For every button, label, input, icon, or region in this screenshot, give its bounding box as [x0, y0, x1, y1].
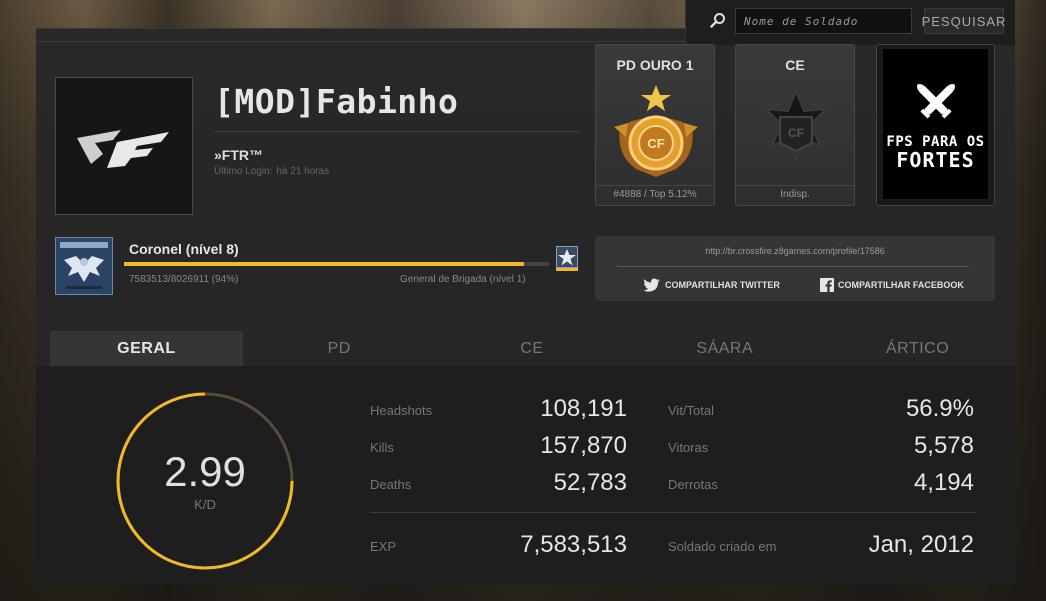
stats-tabs: GERAL PD CE SÁARA ÁRTICO: [50, 331, 1014, 366]
share-facebook-label: COMPARTILHAR FACEBOOK: [838, 280, 964, 290]
profile-url[interactable]: http://br.crossfire.z8games.com/profile/…: [595, 246, 995, 256]
rank-insignia: [55, 237, 113, 295]
deaths-label: Deaths: [370, 477, 412, 492]
exp-value: 7,583,513: [520, 531, 627, 558]
tab-pd[interactable]: PD: [243, 331, 436, 366]
created-value: Jan, 2012: [868, 531, 974, 558]
rank-card-footer: #4888 / Top 5.12%: [596, 185, 714, 203]
wins-value: 5,578: [913, 432, 974, 459]
avatar: [55, 77, 193, 215]
kills-value: 157,870: [540, 432, 627, 459]
exp-label: EXP: [370, 539, 397, 554]
last-login-label: Último Login:: [214, 166, 273, 177]
promo-line2: FORTES: [896, 148, 975, 172]
rank-level-name: Coronel (nível 8): [129, 241, 239, 257]
rank-card-title: CE: [785, 57, 805, 73]
next-rank-star-icon: [556, 246, 578, 268]
soldier-search-input[interactable]: [735, 8, 912, 34]
share-twitter-button[interactable]: COMPARTILHAR TWITTER: [643, 278, 780, 292]
twitter-icon: [643, 278, 660, 292]
player-name: [MOD]Fabinho: [214, 82, 459, 121]
kd-value: 2.99: [164, 448, 246, 495]
headshots-value: 108,191: [540, 395, 627, 422]
facebook-icon: [820, 278, 834, 292]
rank-card-ce[interactable]: CE CF Indisp.: [735, 44, 855, 206]
promo-banner[interactable]: FPS PARA OS FORTES: [876, 44, 995, 206]
win-ratio-label: Vit/Total: [668, 403, 715, 418]
tab-ce[interactable]: CE: [436, 331, 629, 366]
crossfire-logo-icon: [77, 130, 169, 168]
name-divider: [214, 131, 580, 132]
kills-label: Kills: [370, 440, 394, 455]
last-login: Último Login: há 21 horas: [214, 166, 333, 177]
rank-card-pd[interactable]: PD OURO 1 CF #4888 / Top 5.12%: [595, 44, 715, 206]
losses-value: 4,194: [913, 469, 974, 496]
share-box: http://br.crossfire.z8games.com/profile/…: [595, 236, 995, 301]
next-rank-bar: [556, 268, 578, 271]
created-label: Soldado criado em: [668, 539, 777, 554]
stats-divider: [370, 512, 975, 513]
gold-rank-emblem-icon: CF: [614, 85, 698, 177]
svg-text:CF: CF: [647, 136, 664, 151]
inactive-rank-emblem-icon: CF: [763, 88, 829, 162]
next-level-name: General de Brigada (nível 1): [400, 274, 526, 285]
search-icon[interactable]: [710, 12, 726, 28]
tab-artico[interactable]: ÁRTICO: [821, 331, 1014, 366]
deaths-value: 52,783: [553, 469, 627, 496]
headshots-label: Headshots: [370, 403, 433, 418]
last-login-value: há 21 horas: [276, 166, 330, 177]
share-facebook-button[interactable]: COMPARTILHAR FACEBOOK: [820, 278, 964, 292]
losses-label: Derrotas: [668, 477, 718, 492]
xp-progress-fill: [124, 262, 524, 266]
tab-geral[interactable]: GERAL: [50, 331, 243, 366]
clan-name[interactable]: »FTR™: [214, 147, 263, 163]
win-ratio-value: 56.9%: [905, 395, 974, 422]
rank-card-title: PD OURO 1: [616, 57, 694, 73]
rank-card-footer: Indisp.: [736, 185, 854, 203]
colonel-eagle-icon: [60, 242, 108, 289]
wins-label: Vitoras: [668, 440, 709, 455]
promo-inner: FPS PARA OS FORTES: [883, 49, 988, 199]
search-button[interactable]: PESQUISAR: [922, 8, 1005, 34]
crossed-bullets-icon: [916, 84, 955, 119]
share-divider: [617, 266, 969, 267]
tab-saara[interactable]: SÁARA: [628, 331, 821, 366]
svg-text:CF: CF: [788, 126, 804, 140]
kd-label: K/D: [194, 497, 216, 512]
xp-progress-bar: [124, 262, 549, 266]
share-twitter-label: COMPARTILHAR TWITTER: [665, 280, 780, 290]
xp-numbers: 7583513/8026911 (94%): [129, 274, 239, 285]
